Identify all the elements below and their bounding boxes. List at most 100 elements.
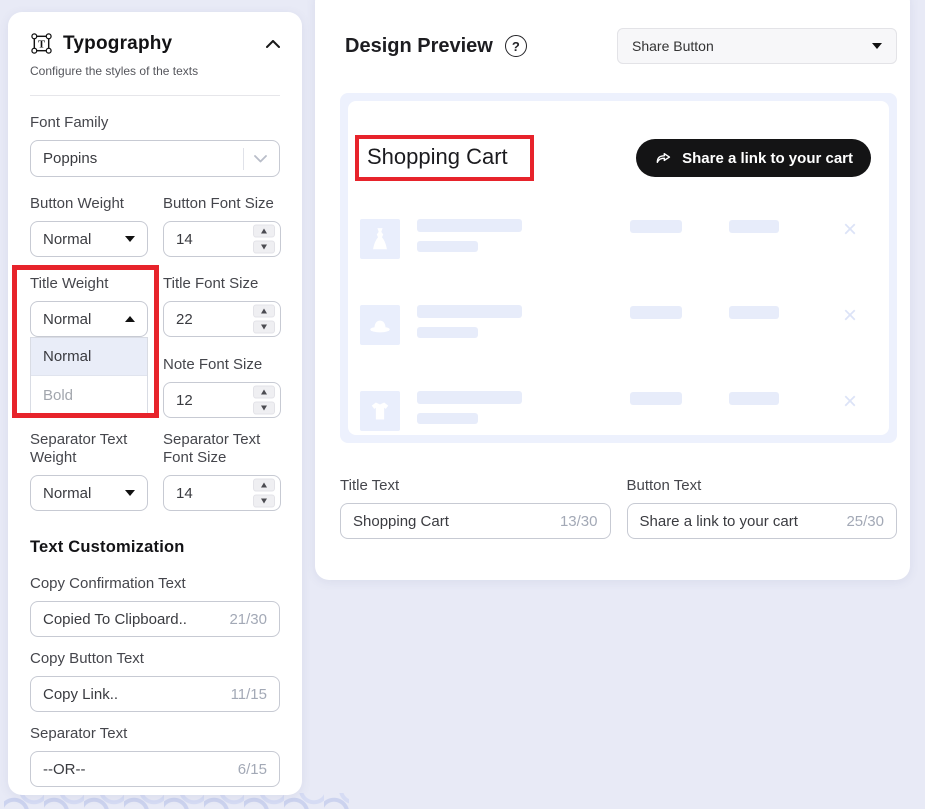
- placeholder-bar: [729, 220, 779, 233]
- annotation-box-cart-title: Shopping Cart: [355, 135, 534, 181]
- cart-item-row: ×: [360, 219, 871, 259]
- copy-button-text-input[interactable]: Copy Link.. 11/15: [30, 676, 280, 712]
- button-font-size-value: 14: [176, 231, 193, 248]
- share-icon: [654, 149, 673, 168]
- text-customization-heading: Text Customization: [30, 538, 280, 557]
- placeholder-lines: [417, 219, 522, 252]
- placeholder-lines: [417, 391, 522, 424]
- separator-font-size-value: 14: [176, 485, 193, 502]
- copy-button-text-label: Copy Button Text: [30, 650, 280, 668]
- title-font-size-label: Title Font Size: [163, 275, 281, 293]
- char-counter: 21/30: [229, 611, 267, 628]
- button-text-label: Button Text: [627, 477, 898, 495]
- svg-text:T: T: [38, 40, 45, 51]
- title-text-label: Title Text: [340, 477, 611, 495]
- increment-button[interactable]: [253, 386, 275, 399]
- placeholder-bar: [630, 306, 682, 319]
- caret-down-icon: [125, 236, 135, 242]
- help-icon[interactable]: ?: [505, 35, 527, 57]
- copy-button-text-value: Copy Link..: [43, 686, 118, 703]
- separator-text-label: Separator Text: [30, 725, 280, 743]
- design-preview-title: Design Preview: [345, 35, 493, 58]
- typography-icon: T: [30, 32, 53, 55]
- chevron-down-icon: [254, 155, 267, 163]
- preview-type-select[interactable]: Share Button: [617, 28, 897, 64]
- close-icon[interactable]: ×: [843, 306, 857, 326]
- separator-weight-label: Separator Text Weight: [30, 431, 148, 467]
- note-font-size-label: Note Font Size: [163, 356, 281, 374]
- hat-icon: [360, 305, 400, 345]
- increment-button[interactable]: [253, 225, 275, 238]
- caret-down-icon: [125, 490, 135, 496]
- cart-title: Shopping Cart: [367, 144, 508, 169]
- button-weight-value: Normal: [43, 231, 91, 248]
- placeholder-bar: [729, 392, 779, 405]
- title-weight-select[interactable]: Normal: [30, 301, 148, 337]
- divider: [30, 95, 280, 96]
- decrement-button[interactable]: [253, 495, 275, 508]
- font-family-value: Poppins: [43, 150, 97, 167]
- collapse-chevron-icon[interactable]: [266, 40, 280, 48]
- decorative-wave-pattern: [4, 793, 349, 809]
- title-weight-option-normal[interactable]: Normal: [31, 338, 147, 376]
- char-counter: 25/30: [846, 513, 884, 530]
- button-font-size-label: Button Font Size: [163, 195, 281, 213]
- separator-text-input[interactable]: --OR-- 6/15: [30, 751, 280, 787]
- design-preview-panel: Design Preview ? Share Button Shopping C…: [315, 0, 910, 580]
- cart-preview: Shopping Cart Share a link to your cart: [348, 101, 889, 435]
- increment-button[interactable]: [253, 305, 275, 318]
- char-counter: 13/30: [560, 513, 598, 530]
- char-counter: 6/15: [238, 761, 267, 778]
- decrement-button[interactable]: [253, 321, 275, 334]
- note-font-size-value: 12: [176, 392, 193, 409]
- panel-subtitle: Configure the styles of the texts: [30, 64, 280, 78]
- separator-font-size-input[interactable]: 14: [163, 475, 281, 511]
- copy-confirmation-input[interactable]: Copied To Clipboard.. 21/30: [30, 601, 280, 637]
- separator-weight-select[interactable]: Normal: [30, 475, 148, 511]
- decrement-button[interactable]: [253, 241, 275, 254]
- cart-item-row: ×: [360, 305, 871, 345]
- close-icon[interactable]: ×: [843, 220, 857, 240]
- copy-confirmation-label: Copy Confirmation Text: [30, 575, 280, 593]
- placeholder-bar: [630, 392, 682, 405]
- title-text-input[interactable]: Shopping Cart 13/30: [340, 503, 611, 539]
- separator-font-size-label: Separator Text Font Size: [163, 431, 281, 467]
- caret-down-icon: [872, 43, 882, 49]
- typography-panel: T Typography Configure the styles of the…: [8, 12, 302, 795]
- cart-item-row: ×: [360, 391, 871, 431]
- copy-confirmation-value: Copied To Clipboard..: [43, 611, 187, 628]
- button-font-size-input[interactable]: 14: [163, 221, 281, 257]
- share-cart-button[interactable]: Share a link to your cart: [636, 139, 871, 177]
- select-divider: [243, 148, 244, 170]
- decrement-button[interactable]: [253, 402, 275, 415]
- share-button-label: Share a link to your cart: [682, 150, 853, 167]
- button-text-input[interactable]: Share a link to your cart 25/30: [627, 503, 898, 539]
- placeholder-bar: [729, 306, 779, 319]
- title-font-size-input[interactable]: 22: [163, 301, 281, 337]
- dress-icon: [360, 219, 400, 259]
- title-font-size-value: 22: [176, 311, 193, 328]
- title-text-value: Shopping Cart: [353, 513, 449, 530]
- preview-type-value: Share Button: [632, 38, 714, 54]
- char-counter: 11/15: [231, 686, 267, 703]
- separator-text-value: --OR--: [43, 761, 85, 778]
- separator-weight-value: Normal: [43, 485, 91, 502]
- button-weight-label: Button Weight: [30, 195, 148, 213]
- title-weight-value: Normal: [43, 311, 91, 328]
- note-font-size-input[interactable]: 12: [163, 382, 281, 418]
- caret-up-icon: [125, 316, 135, 322]
- title-weight-label: Title Weight: [30, 275, 148, 293]
- font-family-label: Font Family: [30, 114, 280, 132]
- tshirt-icon: [360, 391, 400, 431]
- title-weight-dropdown: Normal Bold: [30, 337, 148, 415]
- button-weight-select[interactable]: Normal: [30, 221, 148, 257]
- close-icon[interactable]: ×: [843, 392, 857, 412]
- increment-button[interactable]: [253, 479, 275, 492]
- design-preview-frame: Shopping Cart Share a link to your cart: [340, 93, 897, 443]
- button-text-value: Share a link to your cart: [640, 513, 798, 530]
- typography-header[interactable]: T Typography: [30, 32, 280, 55]
- title-weight-option-bold[interactable]: Bold: [31, 376, 147, 414]
- panel-title: Typography: [63, 33, 172, 55]
- placeholder-bar: [630, 220, 682, 233]
- font-family-select[interactable]: Poppins: [30, 140, 280, 177]
